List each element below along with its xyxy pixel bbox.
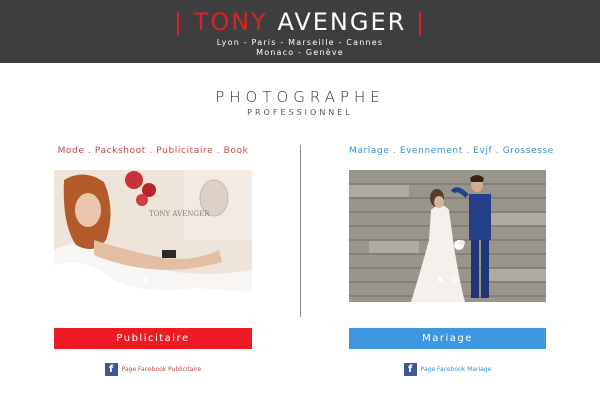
publicitaire-watermark: TONY AVENGER [149, 210, 210, 218]
page-subtitle: PROFESSIONNEL [247, 108, 353, 117]
publicitaire-categories: Mode . Packshoot . Publicitaire . Book [57, 146, 249, 156]
slider-dot-1[interactable] [143, 277, 149, 282]
facebook-icon[interactable]: f [403, 363, 417, 376]
facebook-icon[interactable]: f [104, 363, 118, 376]
column-divider [300, 145, 301, 317]
mariage-facebook-label[interactable]: Page Facebook Mariage [421, 366, 492, 373]
publicitaire-facebook-label[interactable]: Page Facebook Publicitaire [122, 366, 202, 373]
slider-dot-1[interactable] [437, 277, 443, 282]
brand-logo[interactable]: | TONY AVENGER | [0, 8, 600, 36]
page-title: PHOTOGRAPHE [215, 88, 385, 106]
publicitaire-facebook-link[interactable]: f Page Facebook Publicitaire [54, 363, 252, 376]
mariage-slider-dots [349, 267, 546, 286]
brand-bar-left: | [173, 8, 185, 36]
mariage-facebook-link[interactable]: f Page Facebook Mariage [349, 363, 546, 376]
cities-line-1: Lyon - Paris - Marseille - Cannes [216, 38, 384, 47]
brand-first-name: TONY [193, 8, 268, 36]
slider-dot-2[interactable] [452, 277, 458, 282]
brand-bar-right: | [415, 8, 427, 36]
brand-last-name: AVENGER [277, 8, 407, 36]
mariage-slider[interactable] [349, 170, 546, 302]
publicitaire-slider-dots [54, 267, 252, 286]
mariage-categories: Mariage . Evennement . Evjf . Grossesse [349, 146, 554, 156]
publicitaire-button[interactable]: Publicitaire [54, 328, 252, 349]
publicitaire-slider[interactable]: TONY AVENGER [54, 170, 252, 302]
slider-dot-2[interactable] [157, 277, 163, 282]
mariage-button[interactable]: Mariage [349, 328, 546, 349]
site-header: | TONY AVENGER | Lyon - Paris - Marseill… [0, 0, 600, 63]
cities-line-2: Monaco - Genève [256, 48, 344, 57]
